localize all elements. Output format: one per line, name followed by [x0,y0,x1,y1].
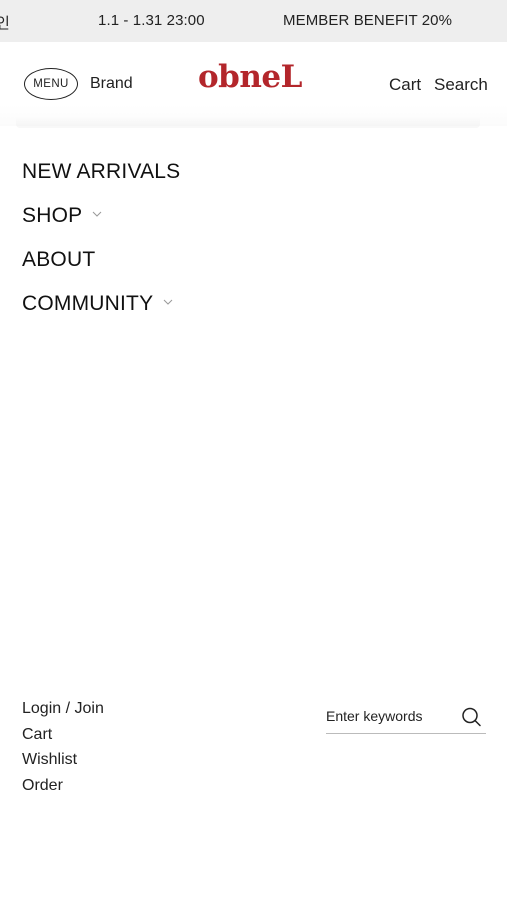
chevron-down-icon[interactable] [163,297,173,307]
announcement-item: 인 [0,15,10,32]
nav-item-about[interactable]: ABOUT [22,248,95,272]
announcement-member-benefit: MEMBER BENEFIT 20% [283,12,453,29]
header-cart-link[interactable]: Cart [389,75,421,95]
search-input[interactable] [326,702,454,730]
nav-item-label: SHOP [22,204,83,227]
order-link[interactable]: Order [22,777,63,795]
chevron-down-icon[interactable] [92,209,102,219]
nav-item-label: ABOUT [22,248,96,271]
search-icon[interactable] [460,706,482,728]
announcement-track: 인 1.1 - 1.31 23:00 MEMBER BENEFIT 20% [0,0,507,42]
nav-item-shop[interactable]: SHOP [22,204,102,228]
site-logo[interactable]: obneL [198,62,302,93]
announcement-date-range: 1.1 - 1.31 23:00 [98,12,205,29]
header-divider [16,116,480,128]
keyword-search-box [326,702,486,734]
header-search-link[interactable]: Search [434,75,488,95]
footer-cart-link[interactable]: Cart [22,726,52,744]
nav-item-label: NEW ARRIVALS [22,160,181,183]
brand-link[interactable]: Brand [90,75,133,93]
nav-item-label: COMMUNITY [22,292,154,315]
nav-item-new-arrivals[interactable]: NEW ARRIVALS [22,160,180,184]
menu-button[interactable]: MENU [24,68,78,100]
login-join-link[interactable]: Login / Join [22,700,104,718]
wishlist-link[interactable]: Wishlist [22,751,77,769]
nav-item-community[interactable]: COMMUNITY [22,292,173,316]
top-announcement-bar: 인 1.1 - 1.31 23:00 MEMBER BENEFIT 20% [0,0,507,42]
